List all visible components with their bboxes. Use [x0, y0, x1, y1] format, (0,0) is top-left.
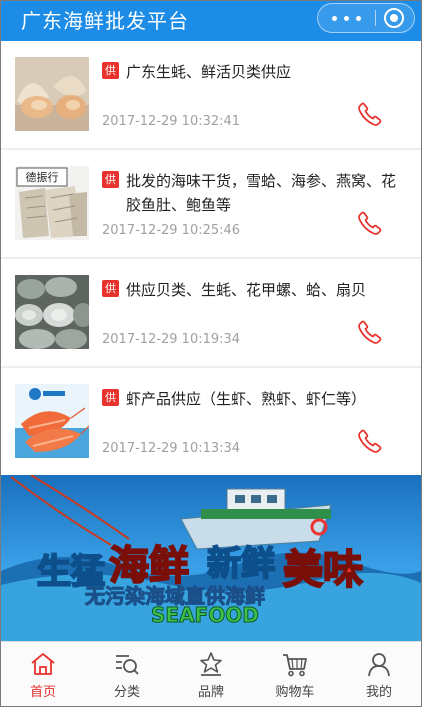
- mini-program-capsule: [317, 3, 415, 33]
- item-title: 广东生蚝、鲜活贝类供应: [126, 63, 292, 81]
- more-menu-icon[interactable]: [328, 4, 366, 32]
- user-icon: [368, 653, 390, 677]
- supply-tag: 供: [102, 62, 119, 79]
- supply-tag: 供: [102, 389, 119, 406]
- item-time: 2017-12-29 10:19:34: [102, 332, 241, 347]
- tab-label: 首页: [29, 685, 56, 700]
- close-mini-program-icon[interactable]: [384, 8, 404, 28]
- item-thumbnail: [15, 275, 89, 349]
- cart-icon: [283, 654, 307, 677]
- item-time: 2017-12-29 10:13:34: [102, 441, 241, 456]
- thumbnail-brand-text: 德振行: [26, 170, 59, 184]
- supply-list: 供 广东生蚝、鲜活贝类供应 2017-12-29 10:32:41 德振行 供 …: [1, 41, 421, 477]
- tab-label: 品牌: [197, 685, 224, 700]
- list-item[interactable]: 供 供应贝类、生蚝、花甲螺、蛤、扇贝 2017-12-29 10:19:34: [1, 259, 421, 366]
- item-thumbnail: 德振行: [15, 166, 89, 240]
- phone-call-icon[interactable]: [357, 210, 383, 236]
- banner-text-1d: 美味: [283, 547, 363, 593]
- item-time: 2017-12-29 10:25:46: [102, 223, 241, 238]
- seafood-promo-banner[interactable]: 生猛 海鲜 新鲜 美味 无污染海域直供海鲜 SEAFOOD: [1, 475, 421, 641]
- list-item[interactable]: 供 广东生蚝、鲜活贝类供应 2017-12-29 10:32:41: [1, 41, 421, 148]
- home-icon: [31, 653, 55, 675]
- supply-tag: 供: [102, 280, 119, 297]
- list-item[interactable]: 供 虾产品供应（生虾、熟虾、虾仁等） 2017-12-29 10:13:34: [1, 368, 421, 475]
- capsule-divider: [375, 10, 376, 26]
- tab-home[interactable]: 首页: [1, 642, 85, 706]
- item-title: 供应贝类、生蚝、花甲螺、蛤、扇贝: [126, 281, 367, 299]
- app-title: 广东海鲜批发平台: [21, 9, 189, 33]
- item-thumbnail: [15, 384, 89, 458]
- item-time: 2017-12-29 10:32:41: [102, 114, 241, 129]
- app-frame: 广东海鲜批发平台 供 广东生蚝、鲜活贝类供应 2017-12-29 10:32:…: [0, 0, 422, 707]
- banner-text-1b: 海鲜: [109, 543, 189, 589]
- item-thumbnail: [15, 57, 89, 131]
- supply-tag: 供: [102, 171, 119, 188]
- tab-cart[interactable]: 购物车: [253, 642, 337, 706]
- bottom-tab-bar: 首页 分类 品牌 购物车 我的: [1, 641, 421, 706]
- category-search-icon: [116, 655, 139, 675]
- tab-brand[interactable]: 品牌: [169, 642, 253, 706]
- phone-call-icon[interactable]: [357, 101, 383, 127]
- tab-label: 我的: [365, 685, 392, 700]
- brand-icon: [200, 652, 222, 676]
- list-item[interactable]: 德振行 供 批发的海味干货，雪蛤、海参、燕窝、花胶鱼肚、鲍鱼等 2017-12-…: [1, 150, 421, 257]
- tab-label: 购物车: [275, 685, 315, 700]
- app-header: 广东海鲜批发平台: [1, 1, 421, 41]
- phone-call-icon[interactable]: [357, 319, 383, 345]
- tab-profile[interactable]: 我的: [337, 642, 421, 706]
- item-title: 虾产品供应（生虾、熟虾、虾仁等）: [126, 390, 367, 408]
- tab-label: 分类: [113, 685, 140, 700]
- phone-call-icon[interactable]: [357, 428, 383, 454]
- tab-category[interactable]: 分类: [85, 642, 169, 706]
- banner-seafood-text: SEAFOOD: [151, 603, 259, 627]
- banner-text-1c: 新鲜: [207, 544, 275, 584]
